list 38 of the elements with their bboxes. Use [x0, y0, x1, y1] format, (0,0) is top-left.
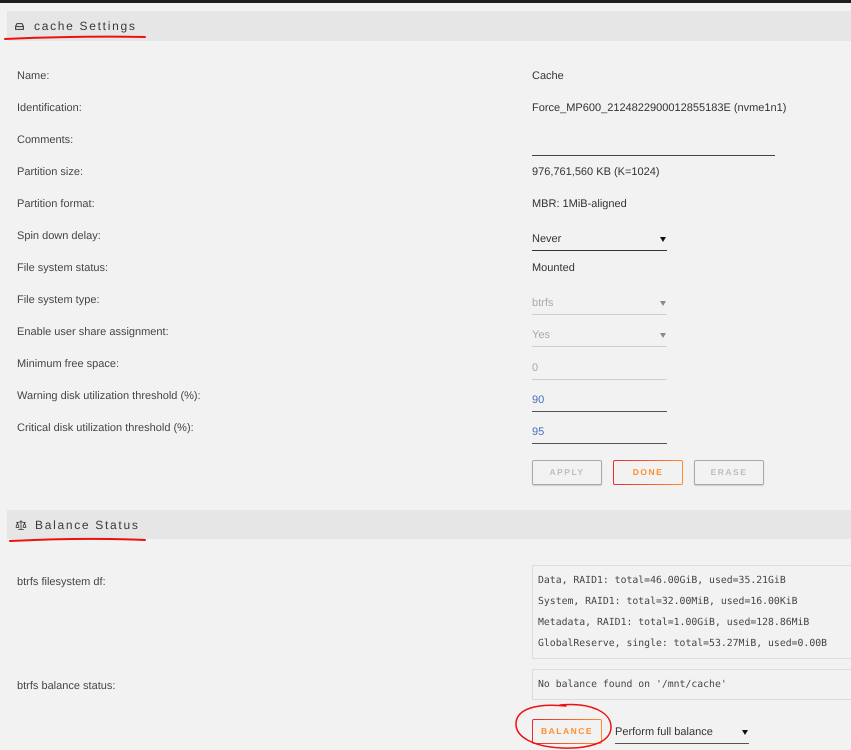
caret-icon [660, 301, 666, 306]
action-button[interactable]: BALANCE [532, 719, 602, 744]
field-value: 976,761,560 KB (K=1024) [532, 164, 660, 180]
field-label: Comments: [17, 132, 74, 148]
output-line: Metadata, RAID1: total=1.00GiB, used=128.86MiB [538, 616, 810, 630]
action-button[interactable]: DONE [613, 460, 683, 485]
field-value: MBR: 1MiB-aligned [532, 196, 627, 212]
field-value: Cache [532, 68, 564, 84]
field-label: btrfs filesystem df: [17, 576, 106, 588]
caret-icon [742, 730, 748, 735]
field-value: Force_MP600_2124822900012855183E (nvme1n1) [532, 100, 786, 116]
caret-icon [660, 333, 666, 338]
field-label: Identification: [17, 100, 82, 116]
field-label: Critical disk utilization threshold (%): [17, 420, 194, 436]
scale-icon [15, 518, 27, 530]
field-label: Partition size: [17, 164, 84, 180]
output-line: System, RAID1: total=32.00MiB, used=16.00KiB [538, 595, 798, 609]
field-value: Mounted [532, 260, 575, 276]
field-label: Partition format: [17, 196, 95, 212]
field-label: Minimum free space: [17, 356, 120, 372]
section-title: Balance Status [35, 516, 140, 534]
field-label: btrfs balance status: [17, 680, 116, 692]
field-label: Enable user share assignment: [17, 324, 169, 340]
caret-icon [660, 237, 666, 242]
field-label: Name: [17, 68, 50, 84]
dropdown[interactable]: Never [532, 229, 667, 251]
input-field[interactable]: 95 [532, 422, 667, 444]
field-label: File system status: [17, 260, 108, 276]
drive-icon [15, 22, 24, 30]
dropdown[interactable]: Perform full balance [615, 722, 749, 744]
field-label: Spin down delay: [17, 228, 101, 244]
output-line: GlobalReserve, single: total=53.27MiB, used=0.00B [538, 637, 828, 651]
input-field[interactable]: 90 [532, 390, 667, 412]
field-label: File system type: [17, 292, 100, 308]
output-line: No balance found on '/mnt/cache' [538, 678, 727, 692]
field-label: Warning disk utilization threshold (%): [17, 388, 201, 404]
output-line: Data, RAID1: total=46.00GiB, used=35.21GiB [538, 574, 786, 588]
section-title: cache Settings [34, 18, 137, 35]
